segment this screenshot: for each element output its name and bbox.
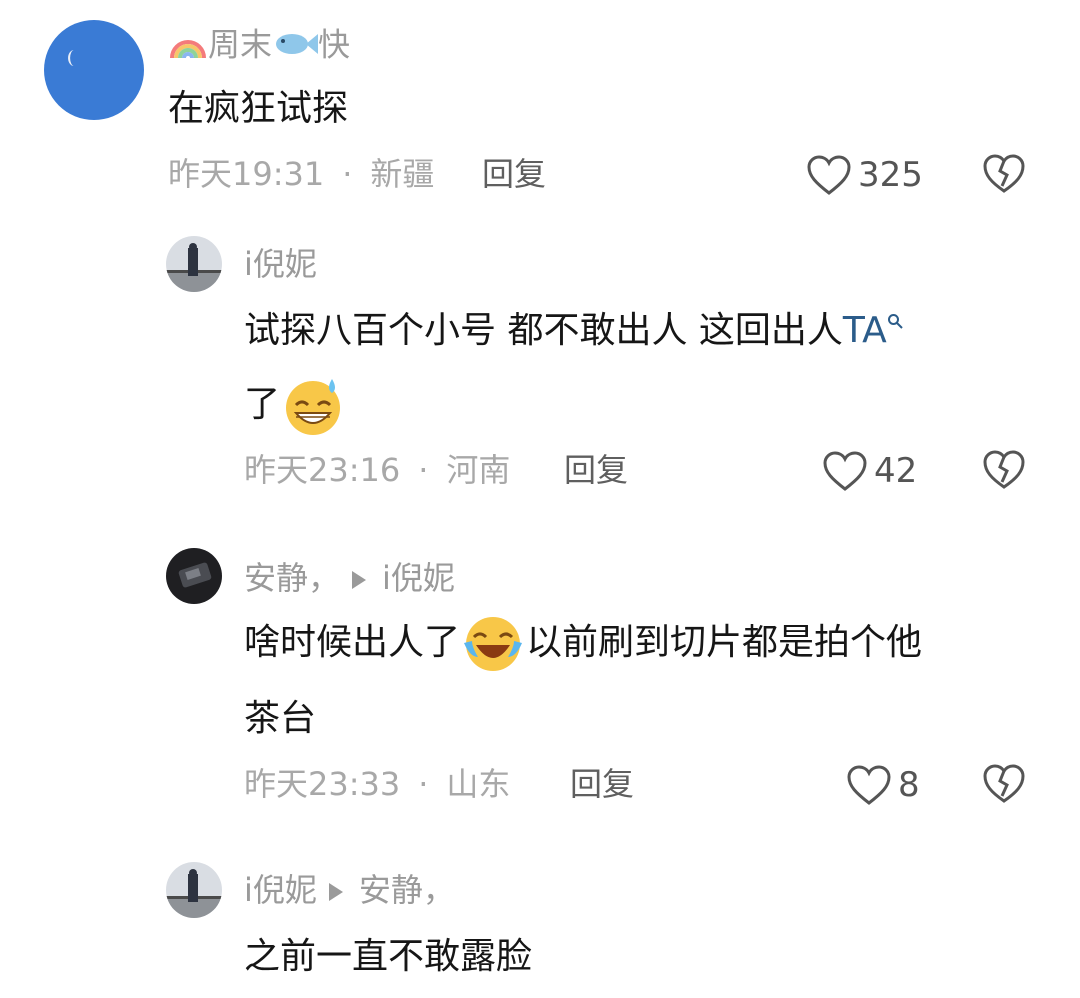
like-count: 42 — [874, 451, 918, 491]
heart-icon — [823, 451, 867, 491]
comment-text: 在疯狂试探 — [168, 88, 349, 129]
comment-text-line1: 试探八百个小号 都不敢出人 这回出人 — [244, 310, 843, 351]
timestamp: 昨天23:33 — [244, 765, 401, 803]
like-count: 8 — [898, 765, 920, 805]
like-button[interactable]: 8 — [846, 764, 920, 806]
username-part-a: 周末 — [208, 25, 273, 64]
grinning-sweat-emoji-icon — [286, 379, 341, 435]
laughing-tears-emoji-icon — [464, 617, 523, 671]
reply-to-name: 安静， — [358, 871, 455, 909]
rainbow-icon — [168, 24, 208, 69]
dislike-button[interactable] — [982, 154, 1026, 194]
like-button[interactable]: 325 — [806, 154, 923, 196]
separator: · — [342, 155, 353, 193]
comment-meta: 昨天19:31 · 新疆 — [168, 154, 434, 194]
comment-text: 之前一直不敢露脸 — [244, 936, 533, 977]
avatar[interactable] — [166, 862, 222, 918]
dislike-button[interactable] — [982, 764, 1026, 804]
comment-text-part-b: 以前刷到切片都是拍个他 — [526, 622, 923, 663]
reply-button[interactable]: 回复 — [570, 764, 634, 804]
broken-heart-icon — [983, 450, 1025, 489]
username-part-b: 快 — [318, 25, 351, 64]
reply-button[interactable]: 回复 — [482, 154, 546, 194]
username[interactable]: i倪妮 — [244, 244, 317, 284]
reply-button[interactable]: 回复 — [564, 450, 628, 490]
comment-text-line2: 茶台 — [244, 698, 317, 739]
comment-meta: 昨天23:16 · 河南 — [244, 450, 510, 490]
location: 新疆 — [370, 155, 435, 193]
avatar[interactable] — [166, 548, 222, 604]
heart-icon — [847, 765, 891, 805]
dislike-button[interactable] — [982, 450, 1026, 490]
reply-arrow-icon — [352, 571, 367, 589]
broken-heart-icon — [983, 154, 1025, 193]
timestamp: 昨天23:16 — [244, 451, 401, 489]
heart-icon — [807, 155, 851, 195]
reply-arrow-icon — [328, 883, 343, 901]
username[interactable]: i倪妮 安静， — [244, 870, 455, 910]
like-count: 325 — [858, 155, 923, 195]
like-button[interactable]: 42 — [822, 450, 917, 492]
reply-to-name: i倪妮 — [382, 559, 455, 597]
location: 河南 — [446, 451, 511, 489]
username-text: 安静， — [244, 559, 341, 597]
comment-text-line2-text: 了 — [244, 384, 281, 425]
comment-text-part-a: 啥时候出人了 — [244, 622, 461, 663]
comment-text: 啥时候出人了 以前刷到切片都是拍个他 — [244, 606, 922, 680]
separator: · — [418, 451, 429, 489]
ta-link-text: TA — [842, 310, 887, 351]
separator: · — [418, 765, 429, 803]
location: 山东 — [446, 765, 511, 803]
search-icon — [887, 314, 903, 329]
ta-search-link[interactable]: TA — [843, 310, 903, 351]
fish-icon — [272, 27, 319, 67]
comment-meta: 昨天23:33 · 山东 — [244, 764, 510, 804]
username[interactable]: 周末 快 — [168, 24, 350, 69]
username[interactable]: 安静， i倪妮 — [244, 558, 455, 598]
comment-text-line2: 了 — [244, 368, 346, 442]
avatar[interactable] — [44, 20, 144, 120]
broken-heart-icon — [983, 764, 1025, 803]
comment-text: 试探八百个小号 都不敢出人 这回出人TA — [244, 294, 903, 368]
comment-thread: 周末 快 在疯狂试探 昨天19:31 · 新疆 回复 325 i倪妮 试探八百个… — [0, 0, 1080, 998]
avatar[interactable] — [166, 236, 222, 292]
timestamp: 昨天19:31 — [168, 155, 325, 193]
username-text: i倪妮 — [244, 871, 317, 909]
